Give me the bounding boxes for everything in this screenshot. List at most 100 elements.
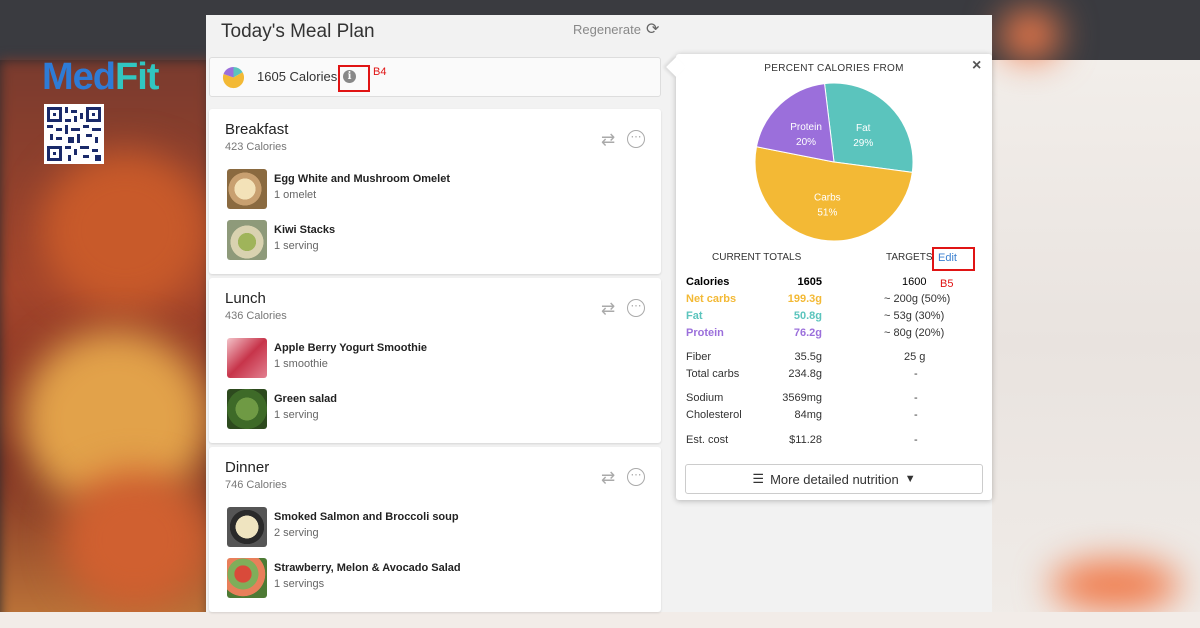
pie-value-carbs: 51%	[817, 208, 837, 219]
food-quantity: 1 serving	[274, 240, 319, 252]
blurred-button	[1000, 10, 1060, 60]
nutrition-row-sodium: Sodium 3569mg -	[686, 392, 986, 406]
nutrition-row-protein: Protein 76.2g ~ 80g (20%)	[686, 327, 986, 341]
nutrient-label: Total carbs	[686, 368, 740, 380]
regenerate-label: Regenerate	[573, 21, 641, 37]
nutrition-row-est-cost: Est. cost $11.28 -	[686, 434, 986, 448]
nutrient-current: 50.8g	[793, 310, 822, 322]
food-item[interactable]: Apple Berry Yogurt Smoothie 1 smoothie	[227, 338, 627, 378]
refresh-icon: ⟳	[645, 21, 660, 38]
more-detailed-nutrition-label: More detailed nutrition	[770, 471, 899, 487]
meal-title: Lunch	[225, 290, 266, 307]
pie-value-protein: 20%	[796, 137, 816, 148]
nutrition-row-fiber: Fiber 35.5g 25 g	[686, 351, 986, 365]
pie-value-fat: 29%	[853, 138, 873, 149]
food-quantity: 1 servings	[274, 578, 325, 590]
annotation-label-b4: B4	[373, 66, 387, 78]
pie-chart-title: PERCENT CALORIES FROM	[764, 63, 904, 74]
nutrition-row-fat: Fat 50.8g ~ 53g (30%)	[686, 310, 986, 324]
meal-card-dinner: Dinner 746 Calories ⇄ ⋯ Smoked Salmon an…	[209, 447, 661, 612]
mini-pie-icon	[222, 66, 245, 89]
nutrient-current: 199.3g	[787, 293, 822, 305]
food-thumbnail	[227, 389, 267, 429]
food-name: Green salad	[274, 393, 337, 405]
food-thumbnail	[227, 558, 267, 598]
food-thumbnail	[227, 338, 267, 378]
right-background	[990, 60, 1200, 628]
food-item[interactable]: Kiwi Stacks 1 serving	[227, 220, 627, 260]
nutrient-current: 76.2g	[793, 327, 822, 339]
food-quantity: 1 smoothie	[274, 358, 328, 370]
swap-icon[interactable]: ⇄	[601, 130, 615, 150]
meal-calories: 746 Calories	[225, 479, 287, 491]
food-name: Smoked Salmon and Broccoli soup	[274, 511, 459, 523]
pie-label-carbs: Carbs	[814, 193, 841, 204]
nutrient-target: 25 g	[904, 351, 926, 363]
nutrient-current: $11.28	[789, 434, 822, 446]
nutrient-target: -	[914, 392, 918, 404]
medfit-logo: MedFit	[42, 56, 159, 98]
nutrition-row-net-carbs: Net carbs 199.3g ~ 200g (50%)	[686, 293, 986, 307]
annotation-box-b5	[932, 247, 975, 271]
nutrient-label: Fiber	[686, 351, 712, 363]
nutrient-label: Cholesterol	[686, 409, 742, 421]
page-title: Today's Meal Plan	[221, 21, 375, 42]
annotation-box-b4	[338, 65, 370, 92]
nutrition-row-cholesterol: Cholesterol 84mg -	[686, 409, 986, 423]
food-item[interactable]: Smoked Salmon and Broccoli soup 2 servin…	[227, 507, 627, 547]
nutrient-current: 3569mg	[782, 392, 822, 404]
food-quantity: 1 omelet	[274, 189, 317, 201]
nutrient-current: 1605	[797, 276, 822, 288]
nutrition-row-total-carbs: Total carbs 234.8g -	[686, 368, 986, 382]
blurred-button	[1050, 560, 1180, 610]
nutrition-popup: × PERCENT CALORIES FROM Fat 29% Carbs 51% Pr…	[666, 54, 992, 500]
food-item[interactable]: Egg White and Mushroom Omelet 1 omelet	[227, 169, 627, 209]
nutrient-label: Sodium	[686, 392, 724, 404]
food-name: Kiwi Stacks	[274, 224, 336, 236]
targets-header: TARGETS	[886, 252, 933, 263]
food-quantity: 1 serving	[274, 409, 319, 421]
nutrient-label: Est. cost	[686, 434, 729, 446]
meal-calories: 423 Calories	[225, 141, 287, 153]
more-detailed-nutrition-button[interactable]: ☰ More detailed nutrition ▼	[685, 464, 983, 494]
food-name: Apple Berry Yogurt Smoothie	[274, 342, 428, 354]
swap-icon[interactable]: ⇄	[601, 299, 615, 319]
meal-card-lunch: Lunch 436 Calories ⇄ ⋯ Apple Berry Yogur…	[209, 278, 661, 443]
food-thumbnail	[227, 169, 267, 209]
qr-code	[44, 104, 104, 164]
food-item[interactable]: Strawberry, Melon & Avocado Salad 1 serv…	[227, 558, 627, 598]
meal-title: Dinner	[225, 459, 270, 476]
calorie-summary-bar: 1605 Calories i	[209, 57, 661, 97]
nutrient-label: Protein	[686, 327, 724, 339]
nutrient-target: -	[914, 368, 918, 380]
more-options-icon[interactable]: ⋯	[627, 130, 645, 148]
pie-label-protein: Protein	[790, 122, 822, 133]
meal-calories: 436 Calories	[225, 310, 287, 322]
more-options-icon[interactable]: ⋯	[627, 468, 645, 486]
bottom-band	[0, 612, 1200, 628]
food-quantity: 2 serving	[274, 527, 319, 539]
current-totals-header: CURRENT TOTALS	[712, 252, 802, 263]
nutrient-current: 234.8g	[788, 368, 822, 380]
food-thumbnail	[227, 507, 267, 547]
nutrient-target: ~ 200g (50%)	[884, 293, 951, 305]
nutrient-target: ~ 80g (20%)	[884, 327, 945, 339]
nutrient-current: 84mg	[794, 409, 822, 421]
total-calories: 1605 Calories	[257, 69, 338, 84]
nutrient-label: Fat	[686, 310, 703, 322]
chevron-down-icon: ▼	[904, 473, 916, 485]
nutrient-label: Net carbs	[686, 293, 737, 305]
nutrient-target: -	[914, 434, 918, 446]
food-name: Strawberry, Melon & Avocado Salad	[274, 562, 461, 574]
nutrient-target: -	[914, 409, 918, 421]
list-icon: ☰	[752, 471, 765, 486]
nutrient-target: 1600	[902, 276, 927, 288]
more-options-icon[interactable]: ⋯	[627, 299, 645, 317]
macro-pie-chart: Fat 29% Carbs 51% Protein 20%	[754, 82, 914, 242]
regenerate-button[interactable]: Regenerate ⟳	[573, 19, 659, 39]
swap-icon[interactable]: ⇄	[601, 468, 615, 488]
food-item[interactable]: Green salad 1 serving	[227, 389, 627, 429]
food-name: Egg White and Mushroom Omelet	[274, 173, 451, 185]
food-thumbnail	[227, 220, 267, 260]
pie-label-fat: Fat	[856, 123, 871, 134]
